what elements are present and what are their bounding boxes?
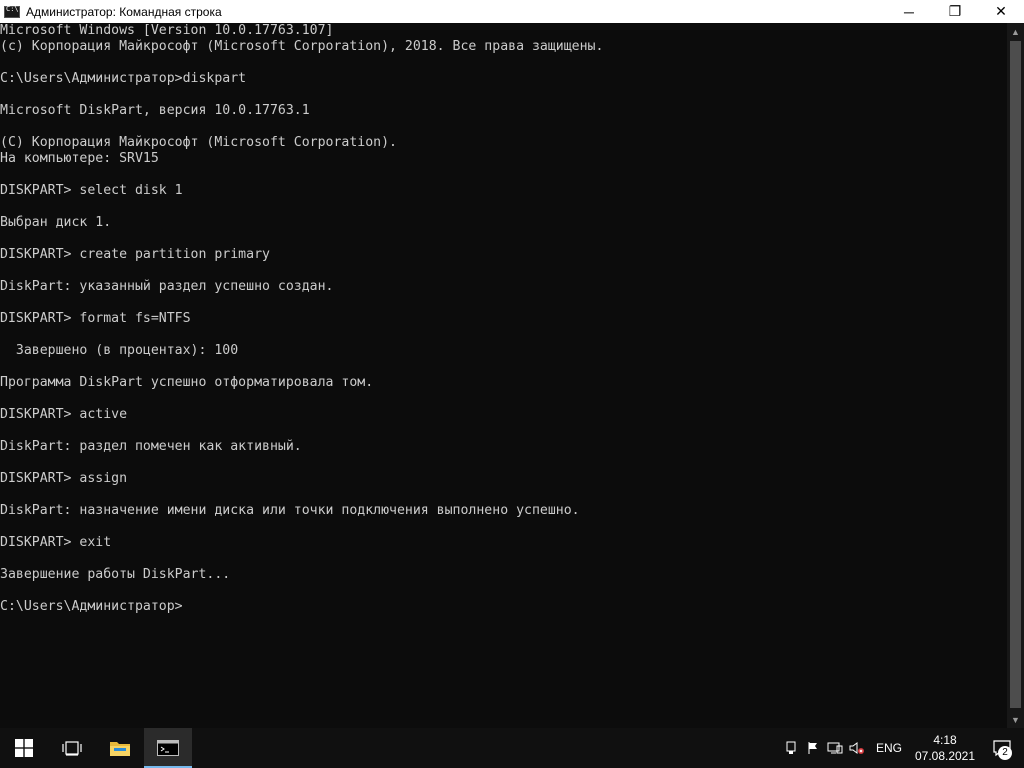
scroll-up-icon[interactable]: ▲: [1007, 23, 1024, 40]
start-button[interactable]: [0, 728, 48, 768]
clock-time: 4:18: [933, 733, 957, 747]
minimize-button[interactable]: ─: [886, 0, 932, 23]
clock[interactable]: 4:18 07.08.2021: [910, 732, 980, 764]
command-prompt-taskbar-button[interactable]: [144, 728, 192, 768]
console-line: Microsoft Windows [Version 10.0.17763.10…: [0, 23, 334, 38]
notification-count-badge: 2: [998, 746, 1012, 760]
console-line: C:\Users\Администратор>: [0, 599, 183, 614]
window-title: Администратор: Командная строка: [26, 4, 222, 19]
console-line: DiskPart: назначение имени диска или точ…: [0, 503, 580, 518]
console-line: (c) Корпорация Майкрософт (Microsoft Cor…: [0, 39, 604, 54]
clock-date: 07.08.2021: [914, 749, 976, 763]
console-line: DISKPART> format fs=NTFS: [0, 311, 191, 326]
console-line: Microsoft DiskPart, версия 10.0.17763.1: [0, 103, 310, 118]
window-titlebar[interactable]: Администратор: Командная строка ─ ❐ ✕: [0, 0, 1024, 23]
console-output[interactable]: Microsoft Windows [Version 10.0.17763.10…: [0, 23, 1007, 728]
scroll-down-icon[interactable]: ▼: [1007, 711, 1024, 728]
taskbar: ENG 4:18 07.08.2021 2: [0, 728, 1024, 768]
close-button[interactable]: ✕: [978, 0, 1024, 23]
console-line: Завершено (в процентах): 100: [0, 343, 239, 358]
monitor-network-icon: [827, 742, 843, 754]
windows-start-icon: [15, 739, 33, 757]
task-view-icon: [62, 741, 82, 756]
volume-muted-icon[interactable]: [846, 728, 868, 768]
vertical-scrollbar[interactable]: ▲ ▼: [1007, 23, 1024, 728]
console-line: На компьютере: SRV15: [0, 151, 159, 166]
minimize-icon: ─: [904, 3, 914, 20]
console-line: DiskPart: раздел помечен как активный.: [0, 439, 302, 454]
task-view-button[interactable]: [48, 728, 96, 768]
console-line: C:\Users\Администратор>diskpart: [0, 71, 247, 86]
notifications-button[interactable]: 2: [980, 728, 1024, 768]
console-line: DISKPART> exit: [0, 535, 112, 550]
command-prompt-icon: [4, 5, 20, 18]
console-line: DISKPART> select disk 1: [0, 183, 183, 198]
console-line: DiskPart: указанный раздел успешно созда…: [0, 279, 334, 294]
console-line: DISKPART> assign: [0, 471, 128, 486]
restore-icon: ❐: [948, 3, 962, 19]
network-icon[interactable]: [824, 728, 846, 768]
console-line: Выбран диск 1.: [0, 215, 112, 230]
console-line: Завершение работы DiskPart...: [0, 567, 231, 582]
console-line: (C) Корпорация Майкрософт (Microsoft Cor…: [0, 135, 397, 150]
command-prompt-icon: [157, 740, 179, 756]
file-explorer-button[interactable]: [96, 728, 144, 768]
flag-icon: [808, 742, 817, 754]
file-explorer-icon: [110, 742, 130, 756]
usb-device-icon[interactable]: [780, 728, 802, 768]
usb-icon: [786, 741, 796, 754]
action-center-flag-icon[interactable]: [802, 728, 824, 768]
console-line: DISKPART> active: [0, 407, 128, 422]
speaker-icon: [849, 742, 864, 754]
system-tray: ENG 4:18 07.08.2021 2: [780, 728, 1024, 768]
close-icon: ✕: [995, 3, 1007, 19]
maximize-button[interactable]: ❐: [932, 0, 978, 23]
console-line: Программа DiskPart успешно отформатирова…: [0, 375, 374, 390]
scrollbar-thumb[interactable]: [1010, 41, 1021, 708]
input-language[interactable]: ENG: [868, 741, 910, 755]
console-line: DISKPART> create partition primary: [0, 247, 270, 262]
window-controls: ─ ❐ ✕: [886, 0, 1024, 23]
